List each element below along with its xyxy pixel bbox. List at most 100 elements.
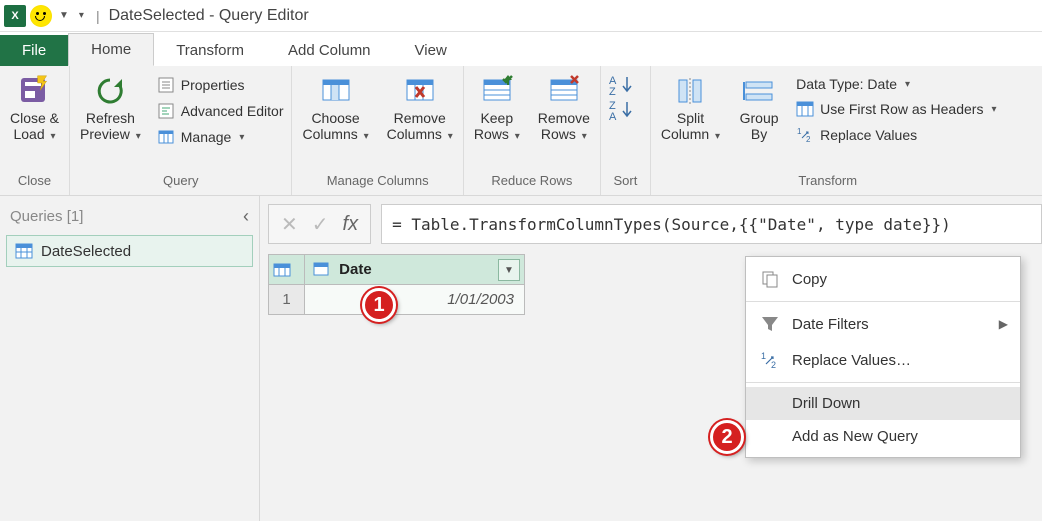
query-item-dateselected[interactable]: DateSelected [6,235,253,267]
column-header-date[interactable]: Date ▼ [305,255,525,285]
sort-desc-button[interactable]: ZA [609,99,635,121]
tab-add-column[interactable]: Add Column [266,35,393,66]
tab-home[interactable]: Home [68,33,154,66]
keep-rows-button[interactable]: Keep Rows ▾ [468,72,526,145]
refresh-label: Refresh Preview ▾ [80,110,141,143]
group-manage-columns: Choose Columns ▾ Remove Columns ▾ Manage… [292,66,463,195]
column-name: Date [339,261,372,278]
column-filter-button[interactable]: ▼ [498,259,520,281]
replace-values-button[interactable]: 12 Replace Values [792,124,1000,146]
titlebar: X ▼ ▾ | DateSelected - Query Editor [0,0,1042,32]
table-corner[interactable] [269,255,305,285]
split-column-button[interactable]: Split Column ▾ [655,72,726,145]
advanced-editor-label: Advanced Editor [181,103,284,119]
tab-transform[interactable]: Transform [154,35,266,66]
ctx-date-filters[interactable]: Date Filters ▶ [746,306,1020,342]
fx-icon[interactable]: fx [343,213,359,236]
group-sort: AZ ZA Sort [601,66,651,195]
copy-icon [760,269,780,289]
sort-asc-icon: AZ [609,74,635,96]
sort-asc-button[interactable]: AZ [609,74,635,96]
query-item-label: DateSelected [41,243,131,260]
svg-text:2: 2 [771,360,776,370]
formula-bar: ✕ ✓ fx = Table.TransformColumnTypes(Sour… [268,204,1042,244]
split-column-label: Split Column ▾ [661,110,720,143]
group-reduce-rows: Keep Rows ▾ Remove Rows ▾ Reduce Rows [464,66,601,195]
svg-text:1: 1 [761,351,766,361]
submenu-arrow-icon: ▶ [999,317,1008,331]
ctx-drill-down[interactable]: Drill Down [746,387,1020,420]
svg-text:Z: Z [609,86,616,96]
group-by-button[interactable]: Group By [732,72,786,144]
table-icon [15,242,33,260]
svg-text:2: 2 [806,135,811,144]
manage-icon [157,128,175,146]
remove-columns-icon [403,74,437,108]
properties-label: Properties [181,77,245,93]
ctx-add-new-query[interactable]: Add as New Query [746,420,1020,453]
ribbon-tabs: File Home Transform Add Column View [0,32,1042,66]
remove-rows-label: Remove Rows ▾ [538,110,590,143]
replace-values-icon: 12 [796,126,814,144]
titlebar-separator: | [96,8,100,24]
formula-accept-icon[interactable]: ✓ [312,212,329,237]
qa-customize-icon[interactable]: ▾ [76,10,87,21]
ctx-replace-values[interactable]: 12 Replace Values… [746,342,1020,378]
keep-rows-label: Keep Rows ▾ [474,110,520,143]
main-area: ✕ ✓ fx = Table.TransformColumnTypes(Sour… [260,196,1042,521]
remove-rows-icon [547,74,581,108]
replace-values-label: Replace Values [820,127,917,143]
advanced-editor-icon [157,102,175,120]
split-column-icon [673,74,707,108]
queries-pane: Queries [1] ‹ DateSelected [0,196,260,521]
ctx-copy[interactable]: Copy [746,261,1020,297]
properties-button[interactable]: Properties [153,74,288,96]
window-title: DateSelected - Query Editor [109,7,309,25]
data-type-button[interactable]: Data Type: Date▾ [792,74,1000,94]
group-close: Close & Load ▾ Close [0,66,70,195]
formula-cancel-icon[interactable]: ✕ [281,212,298,237]
first-row-headers-label: Use First Row as Headers [820,101,983,117]
group-query: Refresh Preview ▾ Properties Advanced Ed… [70,66,292,195]
cell-date-value[interactable]: 1/01/2003 [305,285,525,315]
first-row-headers-icon [796,100,814,118]
tab-file[interactable]: File [0,35,68,66]
remove-columns-button[interactable]: Remove Columns ▾ [381,72,459,145]
manage-button[interactable]: Manage▾ [153,126,288,148]
first-row-headers-button[interactable]: Use First Row as Headers▾ [792,98,1000,120]
table-row[interactable]: 1 1/01/2003 [269,285,525,315]
callout-badge-1: 1 [362,288,396,322]
close-load-icon [18,74,52,108]
ctx-date-filters-label: Date Filters [792,316,869,333]
data-type-label: Data Type: Date [796,76,897,92]
column-type-icon [313,262,329,276]
ctx-separator [746,301,1020,302]
choose-columns-button[interactable]: Choose Columns ▾ [296,72,374,145]
table-corner-icon [273,263,291,277]
filter-icon [760,314,780,334]
qa-dropdown-arrow-icon[interactable]: ▼ [56,10,72,21]
replace-icon: 12 [760,350,780,370]
ctx-separator [746,382,1020,383]
properties-icon [157,76,175,94]
smiley-icon[interactable] [30,5,52,27]
remove-rows-button[interactable]: Remove Rows ▾ [532,72,596,145]
context-menu: Copy Date Filters ▶ 12 Replace Values… D… [745,256,1021,458]
collapse-queries-icon[interactable]: ‹ [243,206,249,227]
keep-rows-icon [480,74,514,108]
refresh-preview-button[interactable]: Refresh Preview ▾ [74,72,147,145]
callout-badge-2: 2 [710,420,744,454]
formula-buttons: ✕ ✓ fx [268,204,371,244]
choose-columns-icon [319,74,353,108]
group-sort-label: Sort [605,170,646,193]
tab-view[interactable]: View [393,35,469,66]
formula-input[interactable]: = Table.TransformColumnTypes(Source,{{"D… [381,204,1042,244]
close-and-load-button[interactable]: Close & Load ▾ [4,72,65,145]
ctx-add-new-query-label: Add as New Query [792,428,918,445]
ctx-replace-label: Replace Values… [792,352,911,369]
excel-icon: X [4,5,26,27]
ctx-drill-down-label: Drill Down [792,395,860,412]
group-manage-columns-label: Manage Columns [296,170,458,193]
close-load-label: Close & Load ▾ [10,110,59,143]
advanced-editor-button[interactable]: Advanced Editor [153,100,288,122]
